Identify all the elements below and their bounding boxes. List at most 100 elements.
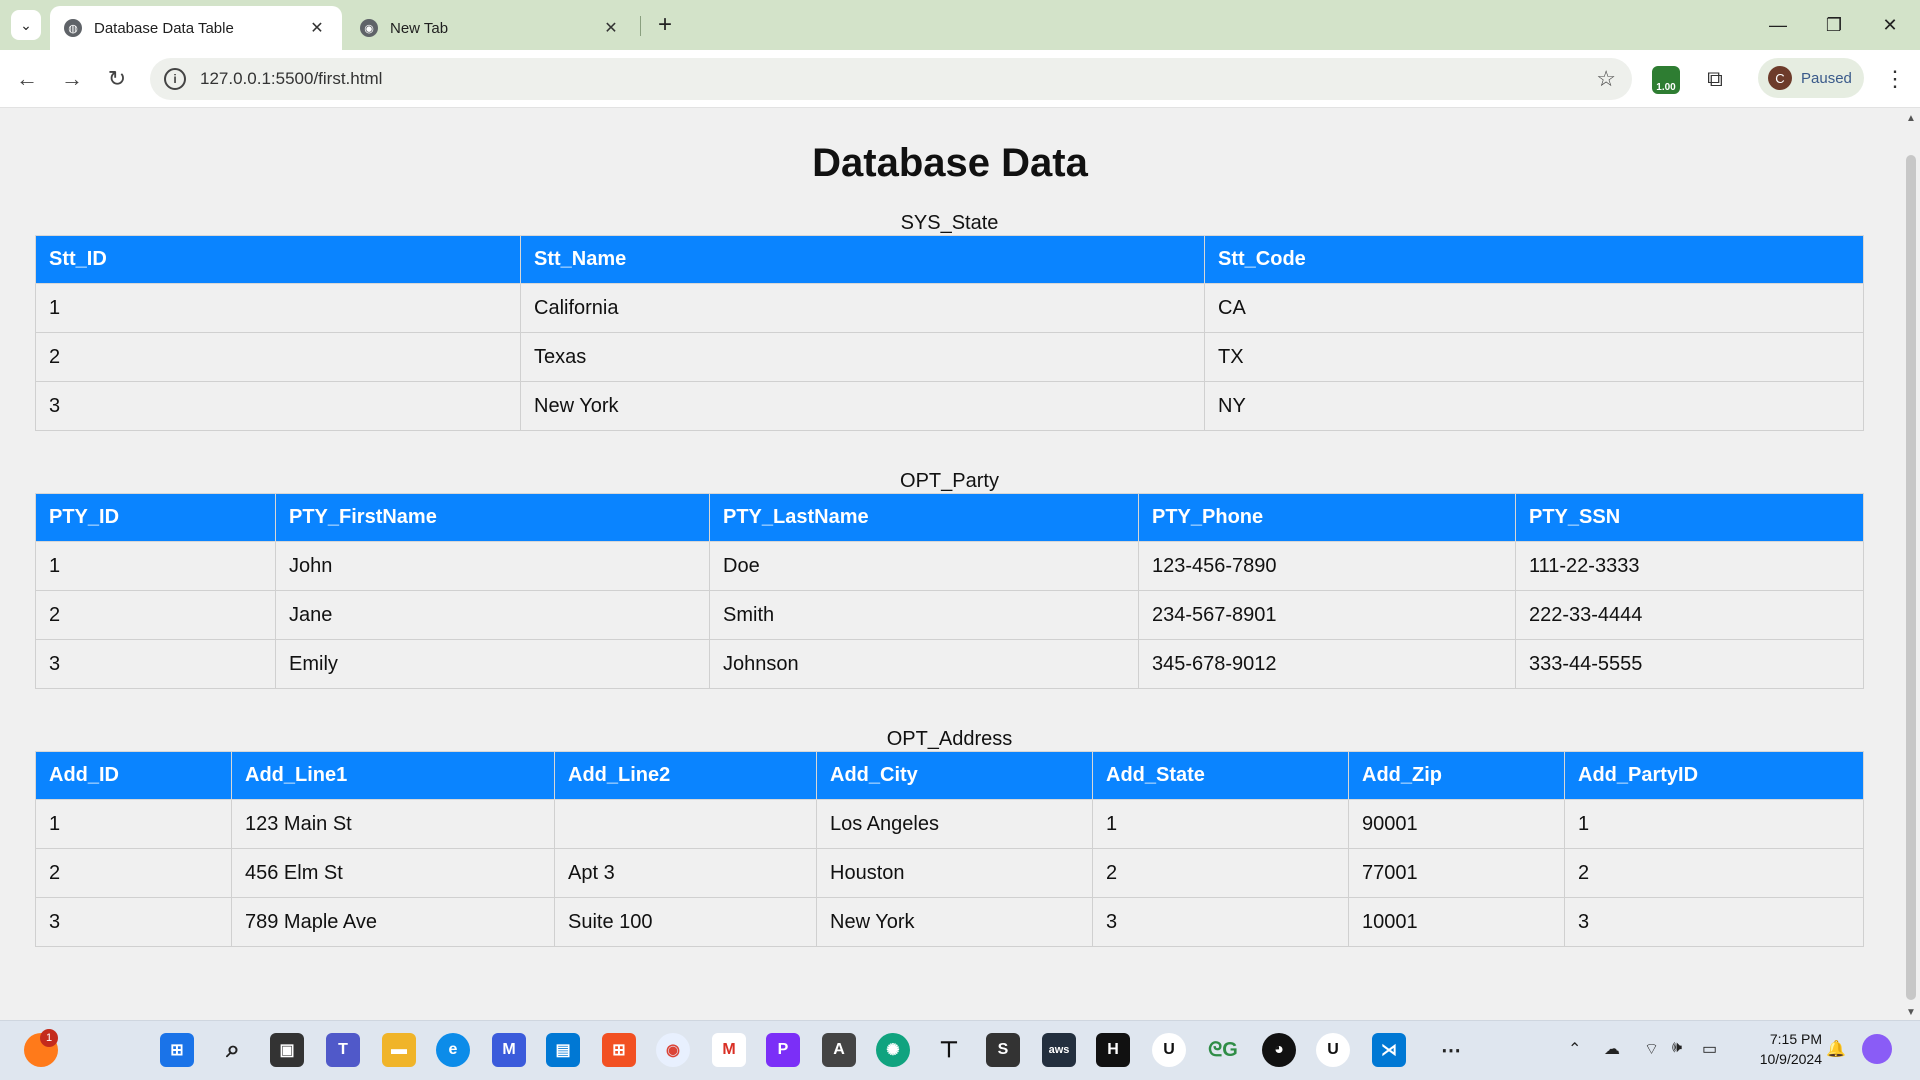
table-cell: Doe (709, 541, 1139, 591)
github-icon[interactable]: ◕ (1262, 1033, 1296, 1067)
chevron-up-icon[interactable]: ⌃ (1568, 1039, 1581, 1059)
table-cell: 123 Main St (231, 799, 555, 849)
extension-icon[interactable]: 1.00 (1652, 66, 1680, 94)
address-bar[interactable]: i 127.0.0.1:5500/first.html ☆ (150, 58, 1632, 100)
notification-bell-icon[interactable]: 🔔 (1826, 1039, 1846, 1059)
copilot-icon[interactable] (1862, 1034, 1892, 1064)
bookmark-star-icon[interactable]: ☆ (1596, 66, 1616, 92)
back-button[interactable]: ← (12, 64, 42, 94)
whiteboard-icon[interactable]: M (492, 1033, 526, 1067)
tab-title: New Tab (390, 19, 449, 37)
minimize-button[interactable]: — (1750, 0, 1806, 50)
browser-toolbar: ← → ↻ i 127.0.0.1:5500/first.html ☆ 1.00… (0, 50, 1920, 108)
scroll-down-arrow-icon[interactable]: ▼ (1902, 1007, 1920, 1018)
clock-time: 7:15 PM (1769, 1031, 1822, 1047)
forward-button[interactable]: → (57, 64, 87, 94)
volume-icon[interactable]: 🕪 (1672, 1039, 1682, 1057)
table-cell: 333-44-5555 (1515, 639, 1864, 689)
column-header: PTY_LastName (709, 493, 1139, 542)
chatgpt-icon[interactable]: ✺ (876, 1033, 910, 1067)
tab-search-button[interactable]: ⌄ (11, 10, 41, 40)
table-cell: Smith (709, 590, 1139, 640)
hackerrank-icon[interactable]: H (1096, 1033, 1130, 1067)
aws-icon[interactable]: aws (1042, 1033, 1076, 1067)
table-row: 3 New York NY (35, 381, 1864, 431)
site-info-icon[interactable]: i (164, 68, 186, 90)
windows-start-icon[interactable]: ⊞ (160, 1033, 194, 1067)
udemy-icon[interactable]: U (1316, 1033, 1350, 1067)
more-apps-icon[interactable]: ⋯ (1434, 1033, 1468, 1067)
table-cell: CA (1204, 283, 1864, 333)
page-content: Database Data SYS_State Stt_ID Stt_Name … (0, 109, 1902, 1020)
scroll-up-arrow-icon[interactable]: ▲ (1902, 113, 1920, 124)
column-header: Add_PartyID (1564, 751, 1864, 800)
table-cell: 3 (35, 639, 276, 689)
table-cell: 2 (35, 590, 276, 640)
column-header: Add_State (1092, 751, 1349, 800)
table-cell: 1 (1092, 799, 1349, 849)
extension-badge-text: 1.00 (1656, 82, 1676, 93)
gmail-icon[interactable]: M (712, 1033, 746, 1067)
s-app-icon[interactable]: S (986, 1033, 1020, 1067)
table-cell: 3 (1564, 897, 1864, 947)
tab-database-data-table[interactable]: ◍ Database Data Table ✕ (50, 6, 342, 50)
table-cell: New York (816, 897, 1093, 947)
column-header: Add_Zip (1348, 751, 1565, 800)
table-cell: 345-678-9012 (1138, 639, 1516, 689)
table-header-row: Stt_ID Stt_Name Stt_Code (35, 235, 1864, 284)
tab-strip: ⌄ ◍ Database Data Table ✕ ◉ New Tab ✕ + … (0, 0, 1920, 50)
table-row: 2 Texas TX (35, 332, 1864, 382)
close-tab-icon[interactable]: ✕ (306, 18, 328, 38)
table-cell: 3 (35, 897, 232, 947)
edge-icon[interactable]: e (436, 1033, 470, 1067)
vscode-icon[interactable]: ⋊ (1372, 1033, 1406, 1067)
table-cell: California (520, 283, 1205, 333)
table-cell: NY (1204, 381, 1864, 431)
table-row: 3 Emily Johnson 345-678-9012 333-44-5555 (35, 639, 1864, 689)
reload-button[interactable]: ↻ (102, 64, 132, 94)
vertical-scrollbar[interactable]: ▲ ▼ (1902, 109, 1920, 1020)
file-explorer-icon[interactable]: ▬ (382, 1033, 416, 1067)
table-row: 1 California CA (35, 283, 1864, 333)
close-window-button[interactable]: ✕ (1862, 0, 1918, 50)
teams-icon[interactable]: T (326, 1033, 360, 1067)
table-cell: Texas (520, 332, 1205, 382)
tab-new-tab[interactable]: ◉ New Tab ✕ (346, 6, 636, 50)
font-app-icon[interactable]: A (822, 1033, 856, 1067)
microsoft-icon[interactable]: ⊞ (602, 1033, 636, 1067)
tab-title: Database Data Table (94, 19, 234, 37)
cloud-sync-icon[interactable]: ☁ (1604, 1039, 1620, 1059)
table-cell: 2 (1092, 848, 1349, 898)
table-cell: Suite 100 (554, 897, 817, 947)
column-header: Stt_ID (35, 235, 521, 284)
table-row: 2 Jane Smith 234-567-8901 222-33-4444 (35, 590, 1864, 640)
search-icon[interactable]: ⌕ (216, 1033, 250, 1067)
battery-icon[interactable]: ▭ (1702, 1039, 1717, 1059)
taskbar-clock[interactable]: 7:15 PM 10/9/2024 (1736, 1029, 1822, 1069)
scroll-thumb[interactable] (1906, 155, 1916, 1000)
table-cell: New York (520, 381, 1205, 431)
power-automate-icon[interactable]: P (766, 1033, 800, 1067)
new-tab-button[interactable]: + (650, 10, 680, 40)
profile-button[interactable]: C Paused (1758, 58, 1864, 98)
table-cell: 3 (35, 381, 521, 431)
close-tab-icon[interactable]: ✕ (600, 18, 622, 38)
chrome-icon[interactable]: ◉ (656, 1033, 690, 1067)
task-view-icon[interactable]: ▣ (270, 1033, 304, 1067)
url-text[interactable]: 127.0.0.1:5500/first.html (200, 69, 1596, 89)
column-header: PTY_ID (35, 493, 276, 542)
table-cell: 77001 (1348, 848, 1565, 898)
browser-menu-button[interactable]: ⋮ (1880, 64, 1910, 94)
column-header: Stt_Code (1204, 235, 1864, 284)
wifi-icon[interactable]: ⌔ (1644, 1039, 1659, 1059)
table-row: 3 789 Maple Ave Suite 100 New York 3 100… (35, 897, 1864, 947)
extensions-puzzle-icon[interactable]: ⧉ (1700, 64, 1730, 94)
windows-taskbar: 1 ⊞ ⌕ ▣ T ▬ e M ▤ ⊞ ◉ M P A ✺ ⊤ S aws H … (0, 1020, 1920, 1080)
udemy-icon[interactable]: U (1152, 1033, 1186, 1067)
terminal-icon[interactable]: ⊤ (932, 1033, 966, 1067)
table-cell: 1 (1564, 799, 1864, 849)
table-cell: 2 (35, 848, 232, 898)
geeksforgeeks-icon[interactable]: ᘓG (1206, 1033, 1240, 1067)
restore-button[interactable]: ❐ (1806, 0, 1862, 50)
store-icon[interactable]: ▤ (546, 1033, 580, 1067)
